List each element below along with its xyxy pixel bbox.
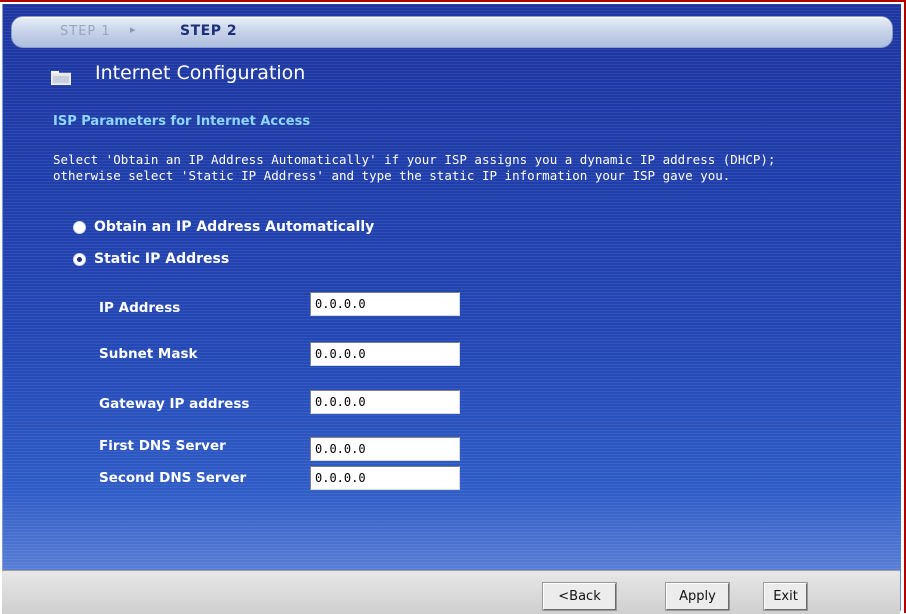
- radio-obtain-automatically-label[interactable]: Obtain an IP Address Automatically: [94, 219, 374, 235]
- exit-button[interactable]: Exit: [763, 582, 808, 611]
- step-bar: STEP 1 ▸ STEP 2: [11, 16, 893, 48]
- gateway-ip-input[interactable]: [310, 390, 460, 414]
- subnet-mask-input[interactable]: [310, 342, 460, 366]
- radio-obtain-automatically-button[interactable]: [73, 221, 86, 234]
- radio-static-ip-label[interactable]: Static IP Address: [94, 251, 229, 267]
- section-heading: ISP Parameters for Internet Access: [53, 114, 311, 129]
- back-button[interactable]: <Back: [542, 582, 617, 611]
- button-bar: <Back Apply Exit: [2, 570, 900, 614]
- ip-address-label: IP Address: [99, 300, 181, 316]
- instructions-text: Select 'Obtain an IP Address Automatical…: [53, 152, 903, 184]
- instructions-line-2: otherwise select 'Static IP Address' and…: [53, 168, 731, 183]
- first-dns-input[interactable]: [310, 437, 460, 461]
- step-2-label: STEP 2: [180, 23, 238, 39]
- first-dns-label: First DNS Server: [99, 438, 226, 454]
- wizard-panel: STEP 1 ▸ STEP 2 Internet Configuration I…: [2, 4, 901, 611]
- second-dns-input[interactable]: [310, 466, 460, 490]
- subnet-mask-label: Subnet Mask: [99, 346, 198, 362]
- gateway-ip-label: Gateway IP address: [99, 396, 250, 412]
- ip-address-input[interactable]: [310, 292, 460, 316]
- radio-static-ip-button[interactable]: [73, 253, 86, 266]
- step-arrow-icon: ▸: [130, 23, 136, 36]
- page-title: Internet Configuration: [95, 62, 306, 84]
- instructions-line-1: Select 'Obtain an IP Address Automatical…: [53, 152, 776, 167]
- step-1-label: STEP 1: [60, 24, 111, 39]
- second-dns-label: Second DNS Server: [99, 470, 247, 486]
- folder-icon: [51, 71, 71, 85]
- apply-button[interactable]: Apply: [665, 582, 730, 611]
